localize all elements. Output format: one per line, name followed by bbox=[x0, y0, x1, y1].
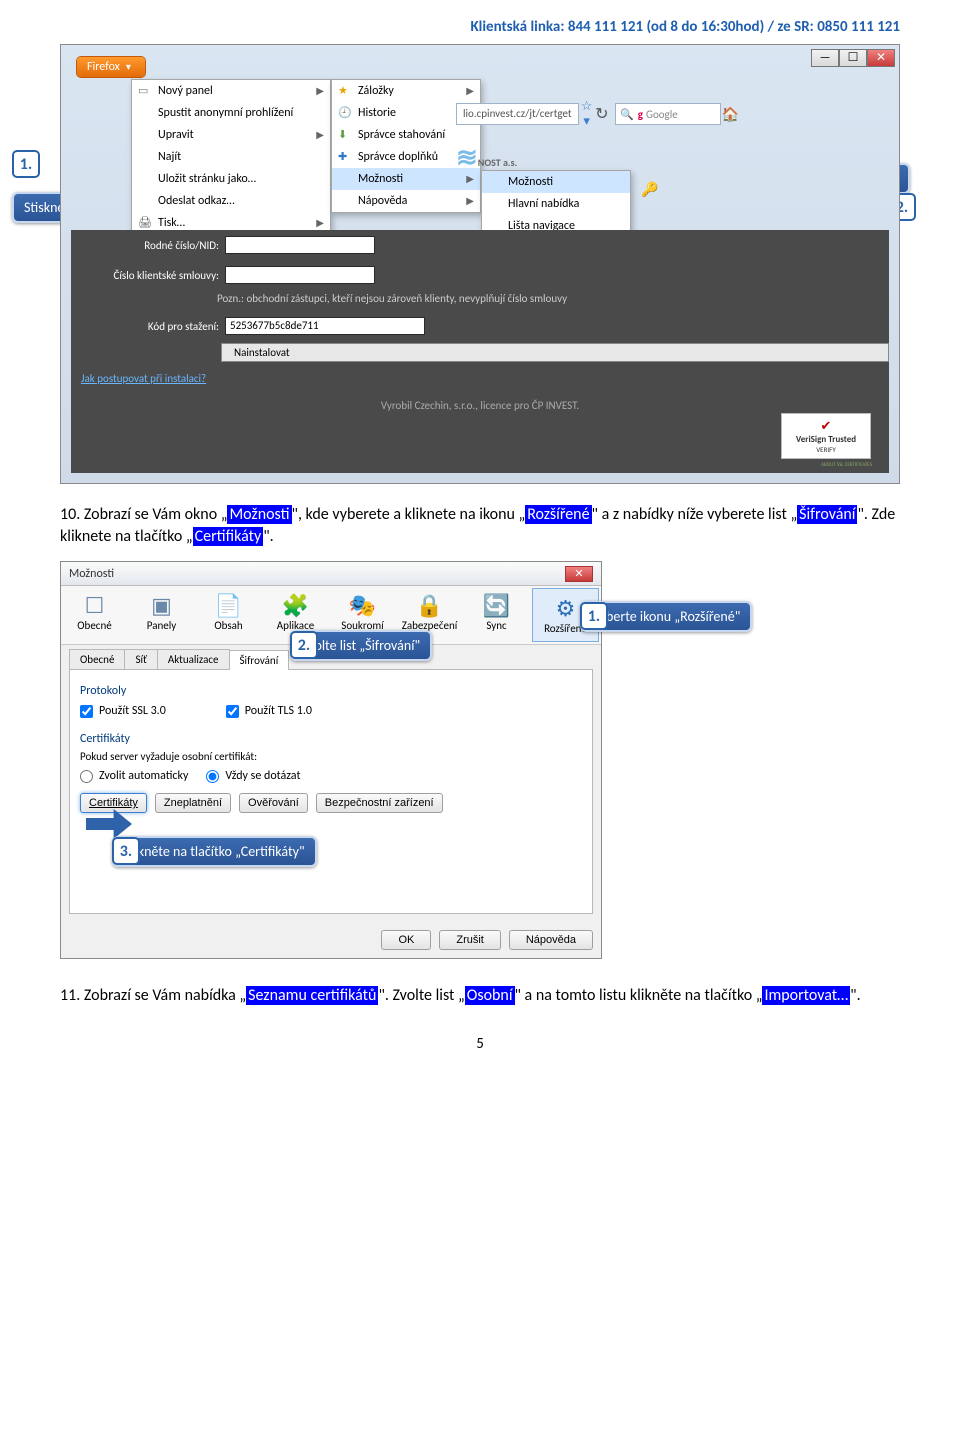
header-contact: Klientská linka: 844 111 121 (od 8 do 16… bbox=[60, 18, 900, 36]
radio-ask[interactable]: Vždy se dotázat bbox=[206, 769, 300, 783]
instruction-step-11: 11. Zobrazí se Vám nabídka „Seznamu cert… bbox=[60, 985, 900, 1007]
callout-certifikaty-text: Klikněte na tlačítko „Certifikáty" bbox=[112, 836, 317, 867]
callout-rozsirene-num: 1. bbox=[580, 602, 608, 630]
ok-button[interactable]: OK bbox=[381, 930, 431, 950]
home-icon[interactable]: 🏠 bbox=[721, 106, 739, 123]
checkbox-ssl30[interactable]: Použít SSL 3.0 bbox=[80, 704, 166, 718]
menu-item[interactable]: Najít bbox=[132, 146, 330, 168]
dialog-close-button[interactable]: ✕ bbox=[565, 566, 593, 582]
options-category-panely[interactable]: ▣Panely bbox=[128, 586, 195, 644]
subtab-obecné[interactable]: Obecné bbox=[69, 649, 125, 669]
search-box[interactable]: g Google bbox=[615, 103, 721, 125]
checkbox-tls10-input[interactable] bbox=[226, 705, 239, 718]
callout-rozsirene: Vyberte ikonu „Rozšířené" 1. bbox=[580, 601, 626, 631]
window-controls: — ☐ ✕ bbox=[811, 49, 895, 67]
options-category-label: Obsah bbox=[195, 619, 262, 632]
cert-install-form: Rodné číslo/NID: Číslo klientské smlouvy… bbox=[71, 230, 889, 473]
radio-auto[interactable]: Zvolit automaticky bbox=[80, 769, 188, 783]
verisign-badge[interactable]: ✔ VeriSign Trusted VERIFY ABOUT SSL CERT… bbox=[781, 413, 871, 459]
dialog-title: Možnosti bbox=[69, 567, 114, 581]
search-placeholder: Google bbox=[646, 108, 678, 121]
menu-item[interactable]: Odeslat odkaz… bbox=[132, 190, 330, 212]
menu-item[interactable]: Záložky▶ bbox=[332, 80, 480, 102]
label-rodne-cislo: Rodné číslo/NID: bbox=[79, 239, 219, 252]
cert-prompt-label: Pokud server vyžaduje osobní certifikát: bbox=[80, 750, 582, 763]
options-category-sync[interactable]: 🔄Sync bbox=[463, 586, 530, 644]
options-category-obsah[interactable]: 📄Obsah bbox=[195, 586, 262, 644]
google-icon: g bbox=[638, 108, 643, 121]
close-button[interactable]: ✕ bbox=[867, 49, 895, 67]
menu-item[interactable]: Nápověda▶ bbox=[332, 190, 480, 212]
panely-icon: ▣ bbox=[128, 592, 195, 619]
label-cislo-smlouvy: Číslo klientské smlouvy: bbox=[79, 269, 219, 282]
options-category-label: Sync bbox=[463, 619, 530, 632]
label-kod: Kód pro stažení: bbox=[79, 320, 219, 333]
bookmark-star-icon[interactable]: ☆ ▾ bbox=[579, 99, 595, 129]
screenshot-firefox-window: — ☐ ✕ Firefox Nový panel▶Spustit anonymn… bbox=[60, 44, 900, 484]
input-kod[interactable]: 5253677b5c8de711 bbox=[225, 317, 425, 335]
menu-item[interactable]: Možnosti bbox=[482, 171, 630, 193]
verisign-verify: VERIFY bbox=[816, 445, 836, 454]
callout-firefox-num: 1. bbox=[12, 150, 40, 178]
help-button[interactable]: Nápověda bbox=[509, 930, 593, 950]
soukromí-icon: 🎭 bbox=[329, 592, 396, 619]
options-category-obecné[interactable]: ☐Obecné bbox=[61, 586, 128, 644]
radio-ask-input[interactable] bbox=[206, 770, 219, 783]
options-category-label: Obecné bbox=[61, 619, 128, 632]
aplikace-icon: 🧩 bbox=[262, 592, 329, 619]
checkbox-ssl30-input[interactable] bbox=[80, 705, 93, 718]
zabezpečení-icon: 🔒 bbox=[396, 592, 463, 619]
menu-item[interactable]: Hlavní nabídka bbox=[482, 193, 630, 215]
dialog-titlebar: Možnosti ✕ bbox=[61, 562, 601, 586]
obecné-icon: ☐ bbox=[61, 592, 128, 619]
verisign-about: ABOUT SSL CERTIFICATES bbox=[821, 462, 872, 468]
revocation-button[interactable]: Zneplatnění bbox=[155, 793, 231, 813]
subtab-šifrování[interactable]: Šifrování bbox=[229, 650, 290, 670]
menu-item[interactable]: Uložit stránku jako… bbox=[132, 168, 330, 190]
sync-icon: 🔄 bbox=[463, 592, 530, 619]
security-devices-button[interactable]: Bezpečnostní zařízení bbox=[316, 793, 443, 813]
menu-item[interactable]: Upravit▶ bbox=[132, 124, 330, 146]
certificates-button[interactable]: Certifikáty bbox=[80, 793, 147, 813]
subtab-aktualizace[interactable]: Aktualizace bbox=[157, 649, 230, 669]
callout-sifrovani-num: 2. bbox=[290, 631, 318, 659]
key-icon: 🔑 bbox=[641, 181, 658, 198]
cancel-button[interactable]: Zrušit bbox=[439, 930, 501, 950]
options-dialog: Možnosti ✕ ☐Obecné▣Panely📄Obsah🧩Aplikace… bbox=[60, 561, 602, 959]
url-bar: lio.cpinvest.cz/jt/certget ☆ ▾ ↻ g Googl… bbox=[456, 103, 739, 125]
obsah-icon: 📄 bbox=[195, 592, 262, 619]
radio-auto-input[interactable] bbox=[80, 770, 93, 783]
instruction-step-10: 10. Zobrazí se Vám okno „Možnosti", kde … bbox=[60, 504, 900, 547]
subtab-síť[interactable]: Síť bbox=[124, 649, 157, 669]
verisign-main: VeriSign Trusted bbox=[796, 434, 856, 445]
callout-certifikaty-num: 3. bbox=[112, 837, 140, 865]
section-protocols: Protokoly bbox=[80, 684, 582, 698]
options-category-label: Panely bbox=[128, 619, 195, 632]
page-number: 5 bbox=[60, 1035, 900, 1053]
menu-item[interactable]: Spustit anonymní prohlížení bbox=[132, 102, 330, 124]
input-cislo-smlouvy[interactable] bbox=[225, 266, 375, 284]
minimize-button[interactable]: — bbox=[811, 49, 839, 67]
validation-button[interactable]: Ověřování bbox=[239, 793, 308, 813]
help-link[interactable]: Jak postupovat při instalaci? bbox=[81, 372, 206, 385]
address-input[interactable]: lio.cpinvest.cz/jt/certget bbox=[456, 103, 579, 125]
section-certificates: Certifikáty bbox=[80, 732, 582, 746]
verisign-check-icon: ✔ bbox=[821, 419, 832, 434]
page-logo-fragment: ≋NOST a.s. bbox=[456, 141, 517, 173]
maximize-button[interactable]: ☐ bbox=[839, 49, 867, 67]
form-note: Pozn.: obchodní zástupci, kteří nejsou z… bbox=[217, 290, 889, 311]
refresh-icon[interactable]: ↻ bbox=[595, 104, 609, 124]
install-button[interactable]: Nainstalovat bbox=[221, 343, 889, 362]
menu-item[interactable]: Nový panel▶ bbox=[132, 80, 330, 102]
firefox-menu-button[interactable]: Firefox bbox=[77, 57, 145, 77]
checkbox-tls10[interactable]: Použít TLS 1.0 bbox=[226, 704, 312, 718]
form-footer: Vyrobil Czechin, s.r.o., licence pro ČP … bbox=[71, 399, 889, 412]
input-rodne-cislo[interactable] bbox=[225, 236, 375, 254]
